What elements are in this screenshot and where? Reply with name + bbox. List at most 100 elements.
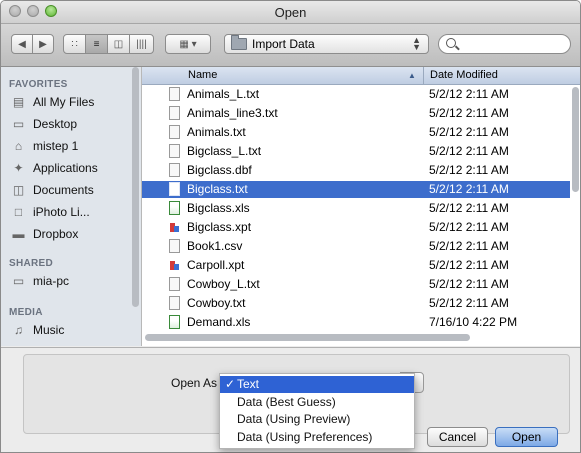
file-row[interactable]: Bigclass.dbf 5/2/12 2:11 AM	[142, 162, 570, 179]
column-divider[interactable]	[423, 67, 424, 84]
folder-icon: ▬	[12, 226, 25, 241]
file-icon: □	[14, 204, 23, 219]
menu-item[interactable]: ✓ Text	[220, 376, 414, 393]
file-name: Cowboy_L.txt	[187, 277, 260, 291]
file-date: 5/2/12 2:11 AM	[429, 258, 509, 272]
sidebar-item-all-my-files[interactable]: ▤ All My Files	[11, 92, 95, 112]
file-list-vertical-scrollbar[interactable]	[572, 87, 579, 192]
file-row[interactable]: Demand.xls 7/16/10 4:22 PM	[142, 314, 570, 331]
file-name: Cowboy.txt	[187, 296, 246, 310]
txt-file-icon	[169, 182, 180, 196]
sidebar-scrollbar[interactable]	[132, 67, 139, 307]
location-popup[interactable]: Import Data ▲ ▼	[224, 34, 429, 54]
menu-item[interactable]: Data (Using Preferences)	[220, 429, 414, 446]
file-date: 5/2/12 2:11 AM	[429, 87, 509, 101]
txt-file-icon	[169, 106, 180, 120]
checkmark-icon: ✓	[225, 377, 236, 391]
arrange-button[interactable]: ▦ ▾	[165, 34, 211, 54]
sidebar-item-label: Music	[33, 323, 65, 337]
file-date: 5/2/12 2:11 AM	[429, 163, 509, 177]
file-list-horizontal-scrollbar[interactable]	[145, 334, 470, 341]
window-title: Open	[274, 5, 307, 20]
name-column-header[interactable]: Name	[188, 69, 217, 81]
arrange-icon: ▦ ▾	[179, 38, 197, 50]
file-row[interactable]: Animals_line3.txt 5/2/12 2:11 AM	[142, 105, 570, 122]
sidebar-item-label: Dropbox	[33, 227, 79, 241]
sidebar-item-label: iPhoto Li...	[33, 205, 90, 219]
txt-file-icon	[169, 144, 180, 158]
file-date: 5/2/12 2:11 AM	[429, 220, 509, 234]
column-view-icon: ◫	[113, 38, 124, 50]
computer-icon: ▭	[12, 273, 25, 288]
file-name: Demand.xls	[187, 315, 251, 329]
file-name: Animals_L.txt	[187, 87, 260, 101]
back-button[interactable]: ◀	[11, 34, 33, 54]
forward-button[interactable]: ▶	[32, 34, 54, 54]
sidebar-item-mia-pc[interactable]: ▭ mia-pc	[11, 271, 69, 291]
sidebar-item-label: Applications	[33, 161, 98, 175]
title-bar: Open	[1, 1, 580, 24]
shared-header: SHARED	[9, 258, 54, 269]
file-date: 5/2/12 2:11 AM	[429, 296, 509, 310]
sidebar-item-home[interactable]: ⌂ mistep 1	[11, 136, 78, 156]
coverflow-view-icon: ||||	[136, 38, 147, 50]
xls-file-icon	[169, 315, 180, 329]
xls-file-icon	[169, 201, 180, 215]
sidebar-item-label: mia-pc	[33, 274, 70, 288]
file-row[interactable]: Cowboy.txt 5/2/12 2:11 AM	[142, 295, 570, 312]
sidebar-item-music[interactable]: ♫ Music	[11, 320, 64, 340]
file-row[interactable]: Bigclass.xls 5/2/12 2:11 AM	[142, 200, 570, 217]
sidebar-item-label: mistep 1	[33, 139, 79, 153]
file-row[interactable]: Cowboy_L.txt 5/2/12 2:11 AM	[142, 276, 570, 293]
file-name: Carpoll.xpt	[187, 258, 245, 272]
menu-item[interactable]: Data (Best Guess)	[220, 394, 414, 411]
sidebar-item-label: Desktop	[33, 117, 78, 131]
menu-item-label: Data (Using Preferences)	[237, 429, 373, 444]
file-row[interactable]: Bigclass.txt 5/2/12 2:11 AM	[142, 181, 570, 198]
sidebar-item-applications[interactable]: ✦ Applications	[11, 158, 98, 178]
open-button[interactable]: Open	[495, 427, 558, 447]
open-as-label: Open As	[171, 376, 218, 390]
column-view-button[interactable]: ◫	[107, 34, 130, 54]
menu-item-label: Data (Using Preview)	[237, 412, 351, 426]
file-row[interactable]: Book1.csv 5/2/12 2:11 AM	[142, 238, 570, 255]
sidebar-item-desktop[interactable]: ▭ Desktop	[11, 114, 77, 134]
list-view-button[interactable]: ≡	[85, 34, 108, 54]
search-input[interactable]	[438, 34, 571, 54]
folder-icon	[231, 35, 247, 50]
file-date: 5/2/12 2:11 AM	[429, 144, 509, 158]
csv-file-icon	[169, 239, 180, 253]
file-name: Animals.txt	[187, 125, 246, 139]
date-column-header[interactable]: Date Modified	[430, 69, 498, 81]
file-row[interactable]: Animals_L.txt 5/2/12 2:11 AM	[142, 86, 570, 103]
file-date: 5/2/12 2:11 AM	[429, 182, 509, 196]
txt-file-icon	[169, 277, 180, 291]
xpt-file-icon	[169, 258, 180, 272]
sidebar-item-dropbox[interactable]: ▬ Dropbox	[11, 224, 79, 244]
menu-item[interactable]: Data (Using Preview)	[220, 411, 414, 428]
sidebar-item-label: All My Files	[33, 95, 95, 109]
toolbar: ◀ ▶ ∷ ≡ ◫ |||| ▦ ▾ Import Data ▲ ▼	[1, 24, 580, 67]
file-name: Animals_line3.txt	[187, 106, 278, 120]
file-row[interactable]: Carpoll.xpt 5/2/12 2:11 AM	[142, 257, 570, 274]
sidebar-item-documents[interactable]: ◫ Documents	[11, 180, 94, 200]
favorites-header: FAVORITES	[9, 79, 68, 90]
file-date: 5/2/12 2:11 AM	[429, 277, 509, 291]
sidebar-item-iphoto[interactable]: □ iPhoto Li...	[11, 202, 90, 222]
file-row[interactable]: Bigclass_L.txt 5/2/12 2:11 AM	[142, 143, 570, 160]
file-list: Name ▲ Date Modified Animals_L.txt 5/2/12…	[142, 67, 580, 346]
updown-arrows-icon: ▲ ▼	[412, 35, 421, 52]
coverflow-view-button[interactable]: ||||	[129, 34, 154, 54]
xpt-file-icon	[169, 220, 180, 234]
forward-icon: ▶	[39, 38, 47, 50]
file-name: Bigclass.txt	[187, 182, 248, 196]
sidebar-item-label: Documents	[33, 183, 94, 197]
dbf-file-icon	[169, 163, 180, 177]
file-row[interactable]: Bigclass.xpt 5/2/12 2:11 AM	[142, 219, 570, 236]
txt-file-icon	[169, 296, 180, 310]
file-row[interactable]: Animals.txt 5/2/12 2:11 AM	[142, 124, 570, 141]
home-icon: ⌂	[14, 138, 23, 153]
cancel-button[interactable]: Cancel	[427, 427, 488, 447]
music-icon: ♫	[14, 322, 23, 337]
icon-view-button[interactable]: ∷	[63, 34, 86, 54]
